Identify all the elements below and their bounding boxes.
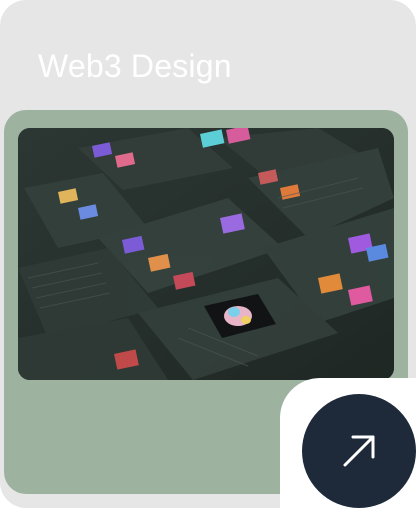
arrow-up-right-icon <box>343 435 375 467</box>
project-card[interactable]: Web3 Design <box>0 0 416 508</box>
card-title: Web3 Design <box>38 48 232 84</box>
project-preview-image <box>18 128 394 380</box>
open-project-button[interactable] <box>302 394 416 508</box>
